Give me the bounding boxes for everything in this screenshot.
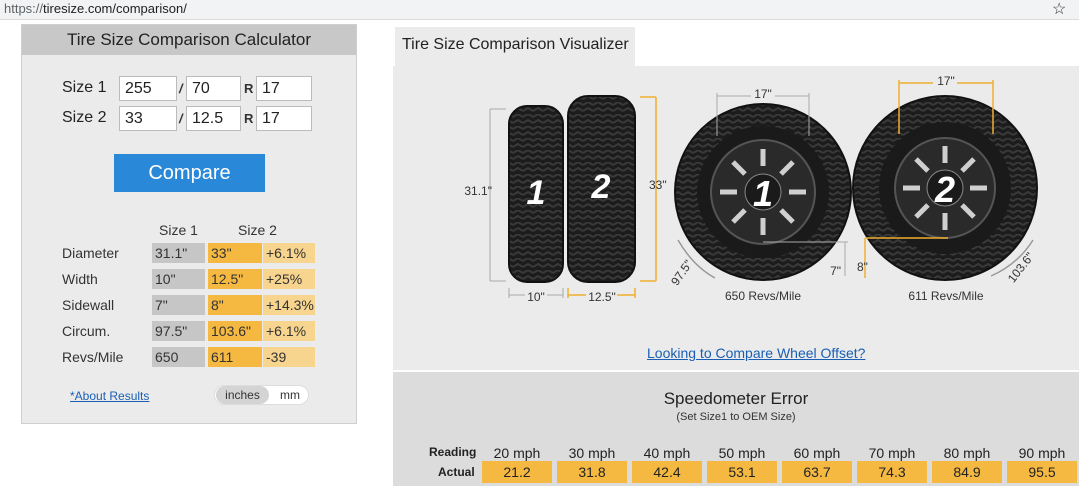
result-size1-value: 31.1"	[152, 243, 205, 263]
about-results-link[interactable]: *About Results	[70, 389, 149, 403]
visualizer-tab[interactable]: Tire Size Comparison Visualizer	[395, 27, 635, 66]
result-size2-value: 611	[208, 347, 262, 367]
size1-slash: /	[179, 81, 183, 96]
tire1-front-number: 1	[753, 173, 773, 214]
speed-actual: 74.3	[857, 461, 927, 483]
tire1-front-view: 1 17" 7" 97.5" 650 Revs/Mile	[668, 87, 852, 303]
result-label: Circum.	[62, 323, 111, 339]
result-label: Sidewall	[62, 297, 115, 313]
tire1-circum-label: 97.5"	[668, 257, 695, 288]
result-size1-value: 650	[152, 347, 205, 367]
result-size2-value: 8"	[208, 295, 262, 315]
url-text[interactable]: https://tiresize.com/comparison/	[4, 1, 187, 16]
tire2-front-number: 2	[934, 169, 955, 210]
result-size2-value: 12.5"	[208, 269, 262, 289]
tire1-revs-label: 650 Revs/Mile	[725, 289, 801, 303]
result-difference: +6.1%	[263, 321, 315, 341]
unit-inches-option[interactable]: inches	[216, 386, 269, 404]
size2-r-label: R	[244, 111, 254, 126]
speed-reading: 90 mph	[1018, 445, 1066, 461]
reading-label: Reading	[429, 445, 477, 459]
tire1-sidewall-label: 7"	[830, 264, 841, 278]
tire1-side-view: 1 31.1" 10"	[464, 105, 564, 304]
unit-toggle[interactable]: inches mm	[214, 385, 309, 405]
bookmark-star-icon[interactable]: ☆	[1052, 0, 1066, 19]
speed-reading: 20 mph	[493, 445, 541, 461]
result-size1-value: 10"	[152, 269, 205, 289]
wheel-offset-link[interactable]: Looking to Compare Wheel Offset?	[647, 345, 865, 361]
result-size2-value: 103.6"	[208, 321, 262, 341]
visualizer-panel: 1 31.1" 10" 2 33" 12.5" 1 17" 7" 97.5" 6…	[393, 66, 1079, 370]
actual-label: Actual	[438, 465, 475, 479]
speed-reading: 40 mph	[643, 445, 691, 461]
size2-label: Size 2	[62, 109, 107, 126]
size1-rim-input[interactable]	[256, 76, 312, 101]
size1-aspect-input[interactable]	[186, 76, 241, 101]
result-size2-value: 33"	[208, 243, 262, 263]
url-protocol: https://	[4, 1, 44, 16]
speed-reading: 50 mph	[718, 445, 766, 461]
tire1-width-label: 10"	[527, 290, 545, 304]
speed-actual: 21.2	[482, 461, 552, 483]
speed-actual: 63.7	[782, 461, 852, 483]
tire2-side-view: 2 33" 12.5"	[567, 95, 667, 304]
tire2-rim-label: 17"	[937, 74, 955, 88]
result-size1-value: 97.5"	[152, 321, 205, 341]
speed-reading: 30 mph	[568, 445, 616, 461]
results-header-size2: Size 2	[238, 222, 277, 238]
result-difference: -39	[263, 347, 315, 367]
unit-mm-option[interactable]: mm	[273, 386, 307, 404]
url-path: tiresize.com/comparison/	[43, 1, 187, 16]
tire2-front-view: 2 17" 8" 103.6" 611 Revs/Mile	[852, 74, 1038, 303]
result-size1-value: 7"	[152, 295, 205, 315]
speed-reading: 80 mph	[943, 445, 991, 461]
result-difference: +6.1%	[263, 243, 315, 263]
results-header-size1: Size 1	[159, 222, 198, 238]
speed-actual: 31.8	[557, 461, 627, 483]
calculator-title: Tire Size Comparison Calculator	[22, 25, 356, 55]
size2-aspect-input[interactable]	[186, 106, 241, 131]
speedometer-title: Speedometer Error	[663, 389, 809, 408]
result-difference: +14.3%	[263, 295, 315, 315]
browser-address-bar[interactable]: https://tiresize.com/comparison/ ☆	[0, 0, 1079, 20]
tire-illustration: 1 31.1" 10" 2 33" 12.5" 1 17" 7" 97.5" 6…	[464, 74, 1038, 304]
size2-slash: /	[179, 111, 183, 126]
tire1-rim-label: 17"	[754, 87, 772, 101]
size2-rim-input[interactable]	[256, 106, 312, 131]
tire2-side-number: 2	[591, 168, 611, 206]
result-label: Revs/Mile	[62, 349, 124, 365]
speedometer-panel: Speedometer Error (Set Size1 to OEM Size…	[393, 372, 1079, 486]
speed-reading: 70 mph	[868, 445, 916, 461]
size1-width-input[interactable]	[119, 76, 177, 101]
speed-actual: 95.5	[1007, 461, 1077, 483]
tire2-revs-label: 611 Revs/Mile	[908, 289, 983, 303]
tire1-side-number: 1	[527, 174, 546, 212]
tire2-width-label: 12.5"	[588, 290, 616, 304]
speed-actual: 84.9	[932, 461, 1002, 483]
speedometer-subtitle: (Set Size1 to OEM Size)	[676, 411, 796, 423]
size2-width-input[interactable]	[119, 106, 177, 131]
speed-actual: 53.1	[707, 461, 777, 483]
speed-actual: 42.4	[632, 461, 702, 483]
calculator-panel: Tire Size Comparison Calculator Size 1 /…	[21, 24, 357, 424]
result-label: Diameter	[62, 245, 119, 261]
tire1-diameter-label: 31.1"	[464, 184, 492, 198]
tire2-sidewall-label: 8"	[857, 260, 868, 274]
speed-reading: 60 mph	[793, 445, 841, 461]
tire2-circum-label: 103.6"	[1005, 250, 1037, 286]
result-difference: +25%	[263, 269, 315, 289]
tire2-diameter-label: 33"	[649, 178, 667, 192]
result-label: Width	[62, 271, 98, 287]
compare-button[interactable]: Compare	[114, 154, 265, 192]
size1-label: Size 1	[62, 79, 107, 96]
size1-r-label: R	[244, 81, 254, 96]
